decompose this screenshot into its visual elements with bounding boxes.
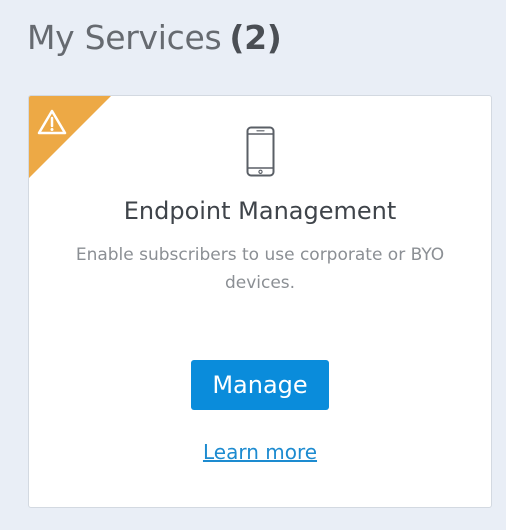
learn-more-link[interactable]: Learn more: [203, 440, 317, 464]
manage-button[interactable]: Manage: [191, 360, 329, 410]
page-title: My Services: [27, 18, 222, 57]
service-title: Endpoint Management: [123, 197, 397, 225]
warning-triangle-icon: [29, 96, 111, 178]
page-header: My Services (2): [27, 18, 282, 57]
learn-more-container: Learn more: [29, 440, 491, 464]
services-count: (2): [229, 18, 282, 57]
smartphone-icon: [246, 126, 275, 177]
service-description: Enable subscribers to use corporate or B…: [75, 245, 445, 293]
service-card: Endpoint Management Enable subscribers t…: [28, 95, 492, 508]
warning-ribbon: [29, 96, 111, 178]
